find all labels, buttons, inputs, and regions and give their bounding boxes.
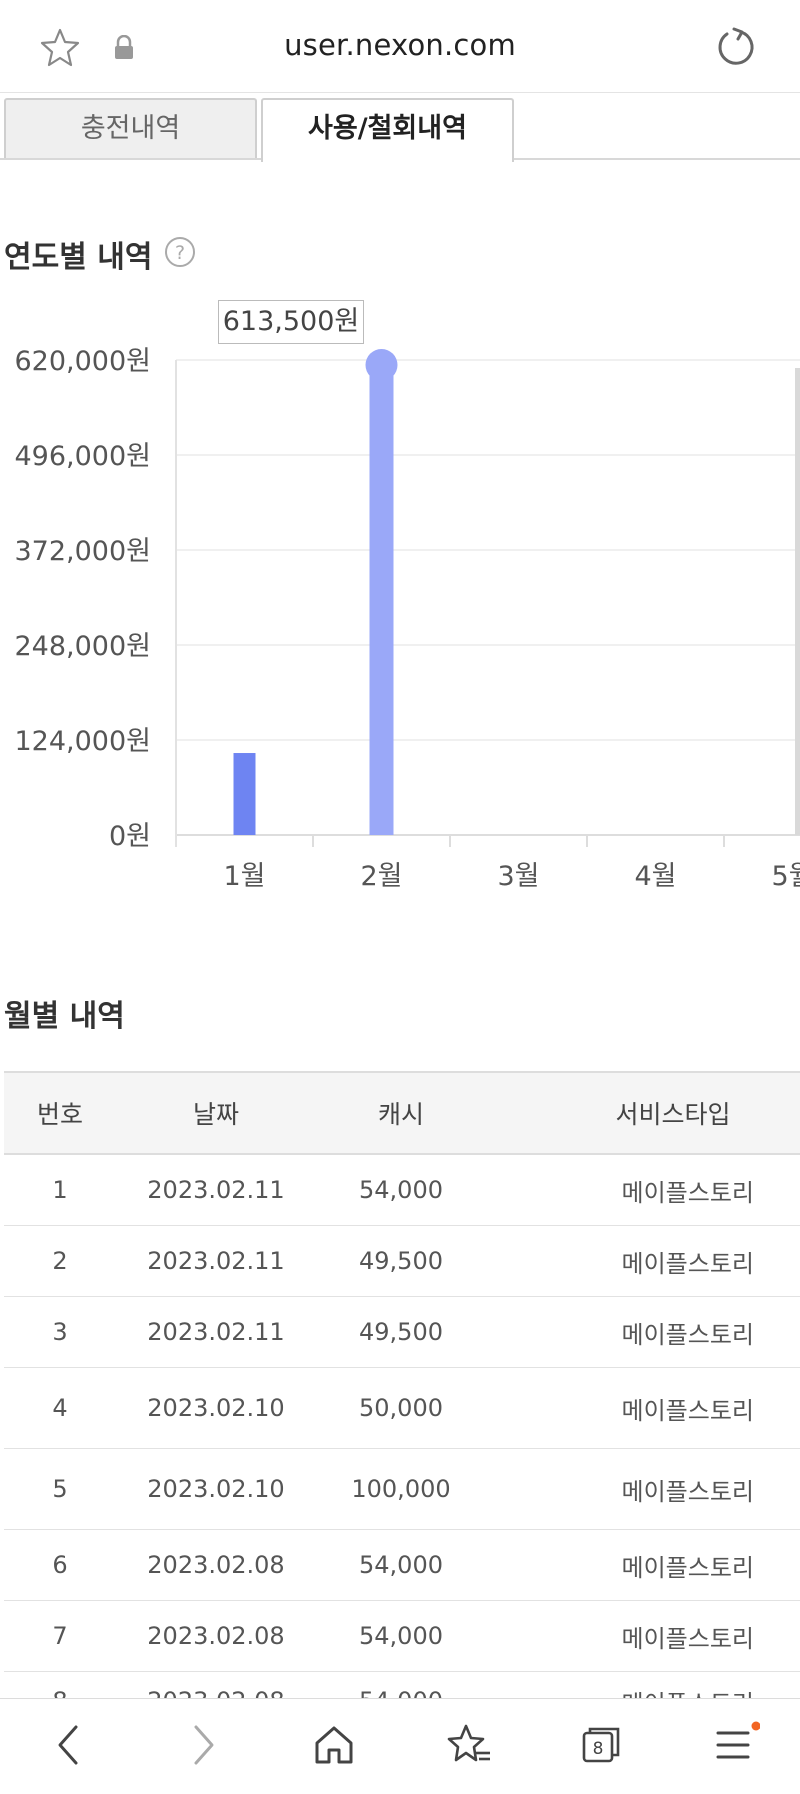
row-no: 8 [52,1687,68,1701]
chart-tooltip: 613,500원 [218,300,364,344]
monthly-history-table: 번호 날짜 캐시 서비스타입 1 2023.02.11 54,000 메이플스토리 2 2… [4,1071,800,1672]
row-service: 메이플스토리 [621,1320,754,1349]
monthly-history-title: 월별 내역 [4,999,125,1034]
row-cash: 50,000 [359,1394,443,1422]
row-date: 2023.02.08 [147,1551,285,1579]
row-service: 메이플스토리 [621,1624,754,1653]
row-cash: 49,500 [359,1247,443,1275]
tabs-icon[interactable]: 8 [580,1723,624,1767]
row-no: 6 [52,1551,68,1579]
browser-top-bar: user.nexon.com [0,0,800,93]
history-tabs: 충전내역 사용/철회내역 [0,98,800,162]
tab-count: 8 [593,1739,604,1759]
y-tick-label: 620,000원 [15,346,152,377]
reload-icon[interactable] [714,26,756,68]
row-date: 2023.02.11 [147,1318,285,1346]
bar-hover-marker [365,348,398,381]
column-header-cash: 캐시 [377,1100,424,1129]
column-header-no: 번호 [36,1100,83,1129]
row-no: 2 [52,1247,68,1275]
y-tick-label: 372,000원 [15,536,152,567]
row-service: 메이플스토리 [486,1671,800,1702]
row-service: 메이플스토리 [621,1396,754,1425]
svg-text:?: ? [175,242,185,264]
row-no: 3 [52,1318,68,1346]
x-tick-label: 1월 [223,861,265,892]
row-cash: 100,000 [351,1475,451,1503]
table-row[interactable]: 5 2023.02.10 100,000 메이플스토리 [4,1449,800,1530]
row-no: 1 [52,1176,68,1204]
table-header: 번호 날짜 캐시 서비스타입 [4,1071,800,1155]
row-service: 메이플스토리 [621,1249,754,1278]
menu-icon[interactable] [714,1721,760,1767]
url-bar[interactable]: user.nexon.com [0,28,800,62]
table-row[interactable]: 4 2023.02.10 50,000 메이플스토리 [4,1368,800,1449]
row-date: 2023.02.11 [147,1176,285,1204]
row-no: 5 [52,1475,68,1503]
scrollbar-edge [795,368,800,835]
table-row[interactable]: 6 2023.02.08 54,000 메이플스토리 [4,1530,800,1601]
row-service: 메이플스토리 [621,1178,754,1207]
bar-1 [233,753,256,835]
row-no: 4 [52,1394,68,1422]
y-tick-label: 124,000원 [15,726,152,757]
column-header-service-type: 서비스타입 [615,1100,731,1129]
row-date: 2023.02.10 [147,1475,285,1503]
help-icon[interactable]: ? [164,236,196,268]
y-tick-label: 248,000원 [15,631,152,662]
y-tick-label: 496,000원 [15,441,152,472]
row-cash: 54,000 [359,1176,443,1204]
bookmarks-icon[interactable] [446,1723,492,1767]
column-header-date: 날짜 [192,1100,239,1129]
forward-icon[interactable] [186,1723,222,1767]
yearly-history-title: 연도별 내역 [4,240,153,275]
row-service: 메이플스토리 [621,1553,754,1582]
table-row-partial[interactable]: 8 2023.02.08 54,000 메이플스토리 [4,1671,800,1701]
row-cash: 54,000 [359,1622,443,1650]
x-tick-label: 2월 [360,861,402,892]
browser-bottom-bar: 8 [0,1698,800,1794]
back-icon[interactable] [50,1723,86,1767]
row-cash: 49,500 [359,1318,443,1346]
row-service: 메이플스토리 [621,1477,754,1506]
row-date: 2023.02.11 [147,1247,285,1275]
row-cash: 54,000 [359,1687,443,1701]
y-tick-label: 0원 [109,821,151,852]
table-row[interactable]: 2 2023.02.11 49,500 메이플스토리 [4,1226,800,1297]
menu-notification-dot [751,1721,760,1731]
x-tick-label: 5월 [771,861,800,892]
yearly-bar-chart: 620,000원 496,000원 372,000원 248,000원 124,000원… [15,346,800,892]
home-icon[interactable] [312,1723,356,1767]
row-cash: 54,000 [359,1551,443,1579]
table-row[interactable]: 7 2023.02.08 54,000 메이플스토리 [4,1601,800,1672]
bar-2 [369,364,394,835]
row-date: 2023.02.10 [147,1394,285,1422]
tab-charge-history[interactable]: 충전내역 [4,98,257,158]
table-body: 1 2023.02.11 54,000 메이플스토리 2 2023.02.11 49,500… [4,1155,800,1672]
table-row[interactable]: 3 2023.02.11 49,500 메이플스토리 [4,1297,800,1368]
tab-usage-withdrawal-history[interactable]: 사용/철회내역 [261,98,514,162]
row-date: 2023.02.08 [147,1622,285,1650]
x-tick-label: 3월 [497,861,539,892]
row-no: 7 [52,1622,68,1650]
table-row[interactable]: 1 2023.02.11 54,000 메이플스토리 [4,1155,800,1226]
row-date: 2023.02.08 [147,1687,285,1701]
x-tick-label: 4월 [634,861,676,892]
